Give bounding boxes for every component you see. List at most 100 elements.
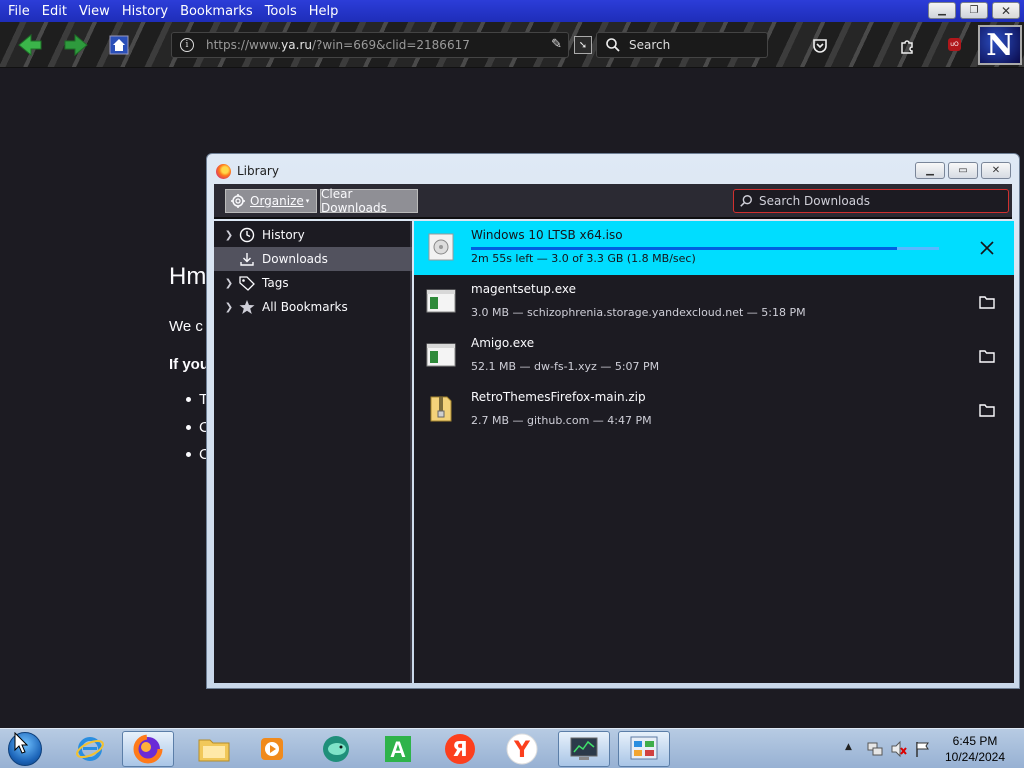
action-center-flag-icon[interactable] (914, 740, 932, 758)
firefox-icon (133, 734, 163, 764)
clock-icon (239, 227, 255, 243)
clock-date: 10/24/2024 (944, 750, 1006, 764)
system-clock[interactable]: 6:45 PM 10/24/2024 (940, 733, 1010, 765)
reader-mode-icon[interactable]: ✎ (551, 37, 562, 52)
site-info-icon[interactable]: i (180, 38, 194, 52)
download-status: 2m 55s left — 3.0 of 3.3 GB (1.8 MB/sec) (471, 252, 696, 265)
download-item[interactable]: magentsetup.exe 3.0 MB — schizophrenia.s… (414, 275, 1014, 329)
download-name: Amigo.exe (471, 336, 535, 350)
library-title: Library (237, 164, 279, 178)
chevron-right-icon[interactable]: ❯ (222, 302, 236, 313)
search-label: Search (629, 38, 671, 52)
menu-help[interactable]: Help (309, 4, 339, 19)
taskbar-firefox[interactable] (122, 731, 174, 767)
taskbar-yandex-browser[interactable]: Y (496, 731, 548, 767)
sidebar-item-history[interactable]: ❯ History (214, 223, 412, 247)
taskbar-yandex-ya[interactable]: Я (434, 731, 486, 767)
download-status: 52.1 MB — dw-fs-1.xyz — 5:07 PM (471, 360, 660, 373)
home-button[interactable] (105, 31, 133, 59)
taskbar-task-manager[interactable] (558, 731, 610, 767)
show-in-folder-button[interactable] (978, 347, 996, 365)
menu-view[interactable]: View (79, 4, 110, 19)
url-text[interactable]: https://www.ya.ru/?win=669&clid=2186617 (206, 38, 536, 52)
extensions-button[interactable] (897, 36, 917, 56)
menu-history[interactable]: History (122, 4, 168, 19)
close-icon: ✕ (991, 165, 1001, 176)
organize-button[interactable]: Organize ▾ (225, 189, 317, 213)
menu-bookmarks[interactable]: Bookmarks (180, 4, 253, 19)
restore-button[interactable]: ❐ (960, 2, 988, 19)
taskbar-media-player[interactable] (246, 731, 298, 767)
tag-icon (239, 276, 255, 291)
svg-text:Y: Y (513, 738, 531, 763)
taskbar-explorer[interactable] (188, 731, 240, 767)
download-item[interactable]: Windows 10 LTSB x64.iso 2m 55s left — 3.… (414, 221, 1014, 275)
control-panel-icon (630, 736, 658, 760)
taskbar-control-panel[interactable] (618, 731, 670, 767)
library-maximize-button[interactable]: ▭ (948, 162, 978, 179)
navigation-toolbar: i https://www.ya.ru/?win=669&clid=218661… (0, 22, 1024, 68)
library-close-button[interactable]: ✕ (981, 162, 1011, 179)
back-arrow-icon (18, 33, 42, 57)
netscape-throbber-icon: N (978, 25, 1022, 65)
pocket-icon (813, 39, 827, 53)
page-paragraph-bold: If you (169, 356, 209, 373)
downloads-list: Windows 10 LTSB x64.iso 2m 55s left — 3.… (414, 221, 1014, 683)
go-button[interactable]: ➘ (574, 36, 592, 54)
pocket-button[interactable] (810, 36, 830, 56)
menu-bar: File Edit View History Bookmarks Tools H… (0, 0, 1024, 22)
taskbar-app-a[interactable]: A (372, 731, 424, 767)
clock-time: 6:45 PM (952, 734, 998, 748)
organize-label: Organize (250, 194, 304, 208)
download-item[interactable]: Amigo.exe 52.1 MB — dw-fs-1.xyz — 5:07 P… (414, 329, 1014, 383)
back-button[interactable] (16, 31, 44, 59)
page-heading: Hm (169, 263, 207, 290)
show-in-folder-button[interactable] (978, 401, 996, 419)
show-hidden-icons-button[interactable]: ▲ (845, 742, 852, 752)
menu-file[interactable]: File (8, 4, 30, 19)
zip-archive-icon (430, 396, 452, 422)
disc-image-icon (428, 233, 454, 261)
search-bar[interactable]: Search (596, 32, 768, 58)
menu-edit[interactable]: Edit (42, 4, 67, 19)
computer-monitor-icon (570, 737, 598, 760)
yandex-browser-icon: Y (506, 733, 538, 765)
puzzle-icon (901, 40, 913, 54)
minimize-button[interactable]: ▁ (928, 2, 956, 19)
sidebar-item-downloads[interactable]: Downloads (214, 247, 412, 271)
close-button[interactable]: ✕ (992, 2, 1020, 19)
cancel-icon (980, 241, 994, 255)
folder-icon (979, 350, 995, 363)
home-icon (109, 35, 129, 55)
download-name: magentsetup.exe (471, 282, 577, 296)
address-bar[interactable]: i https://www.ya.ru/?win=669&clid=218661… (171, 32, 569, 58)
download-item[interactable]: RetroThemesFirefox-main.zip 2.7 MB — git… (414, 383, 1014, 437)
forward-button[interactable] (62, 31, 90, 59)
bullet-marker (186, 425, 191, 430)
media-player-icon (261, 738, 283, 760)
taskbar-app-fish[interactable] (310, 731, 362, 767)
sidebar-item-all-bookmarks[interactable]: ❯ All Bookmarks (214, 295, 412, 319)
library-minimize-button[interactable]: ▁ (915, 162, 945, 179)
search-downloads-input[interactable]: Search Downloads (733, 189, 1009, 213)
show-in-folder-button[interactable] (978, 293, 996, 311)
menu-tools[interactable]: Tools (265, 4, 297, 19)
chevron-down-icon: ▾ (305, 197, 310, 205)
restore-icon: ❐ (969, 5, 979, 16)
chevron-right-icon[interactable]: ❯ (222, 278, 236, 289)
clear-downloads-button[interactable]: Clear Downloads (320, 187, 418, 215)
volume-muted-icon[interactable] (890, 740, 908, 758)
taskbar-ie[interactable] (64, 731, 116, 767)
sidebar-item-label: Downloads (262, 252, 328, 266)
minimize-icon: ▁ (926, 165, 934, 176)
sidebar-item-tags[interactable]: ❯ Tags (214, 271, 412, 295)
download-status: 2.7 MB — github.com — 4:47 PM (471, 414, 652, 427)
executable-icon (426, 289, 456, 313)
library-sidebar: ❯ History Downloads ❯ Tags ❯ All Bookmar… (214, 221, 412, 683)
cancel-download-button[interactable] (978, 239, 996, 257)
gear-icon (231, 194, 245, 208)
chevron-right-icon[interactable]: ❯ (222, 230, 236, 241)
ublock-icon[interactable]: uO (948, 38, 961, 51)
network-icon[interactable] (866, 740, 884, 758)
mouse-cursor-icon (14, 732, 28, 754)
